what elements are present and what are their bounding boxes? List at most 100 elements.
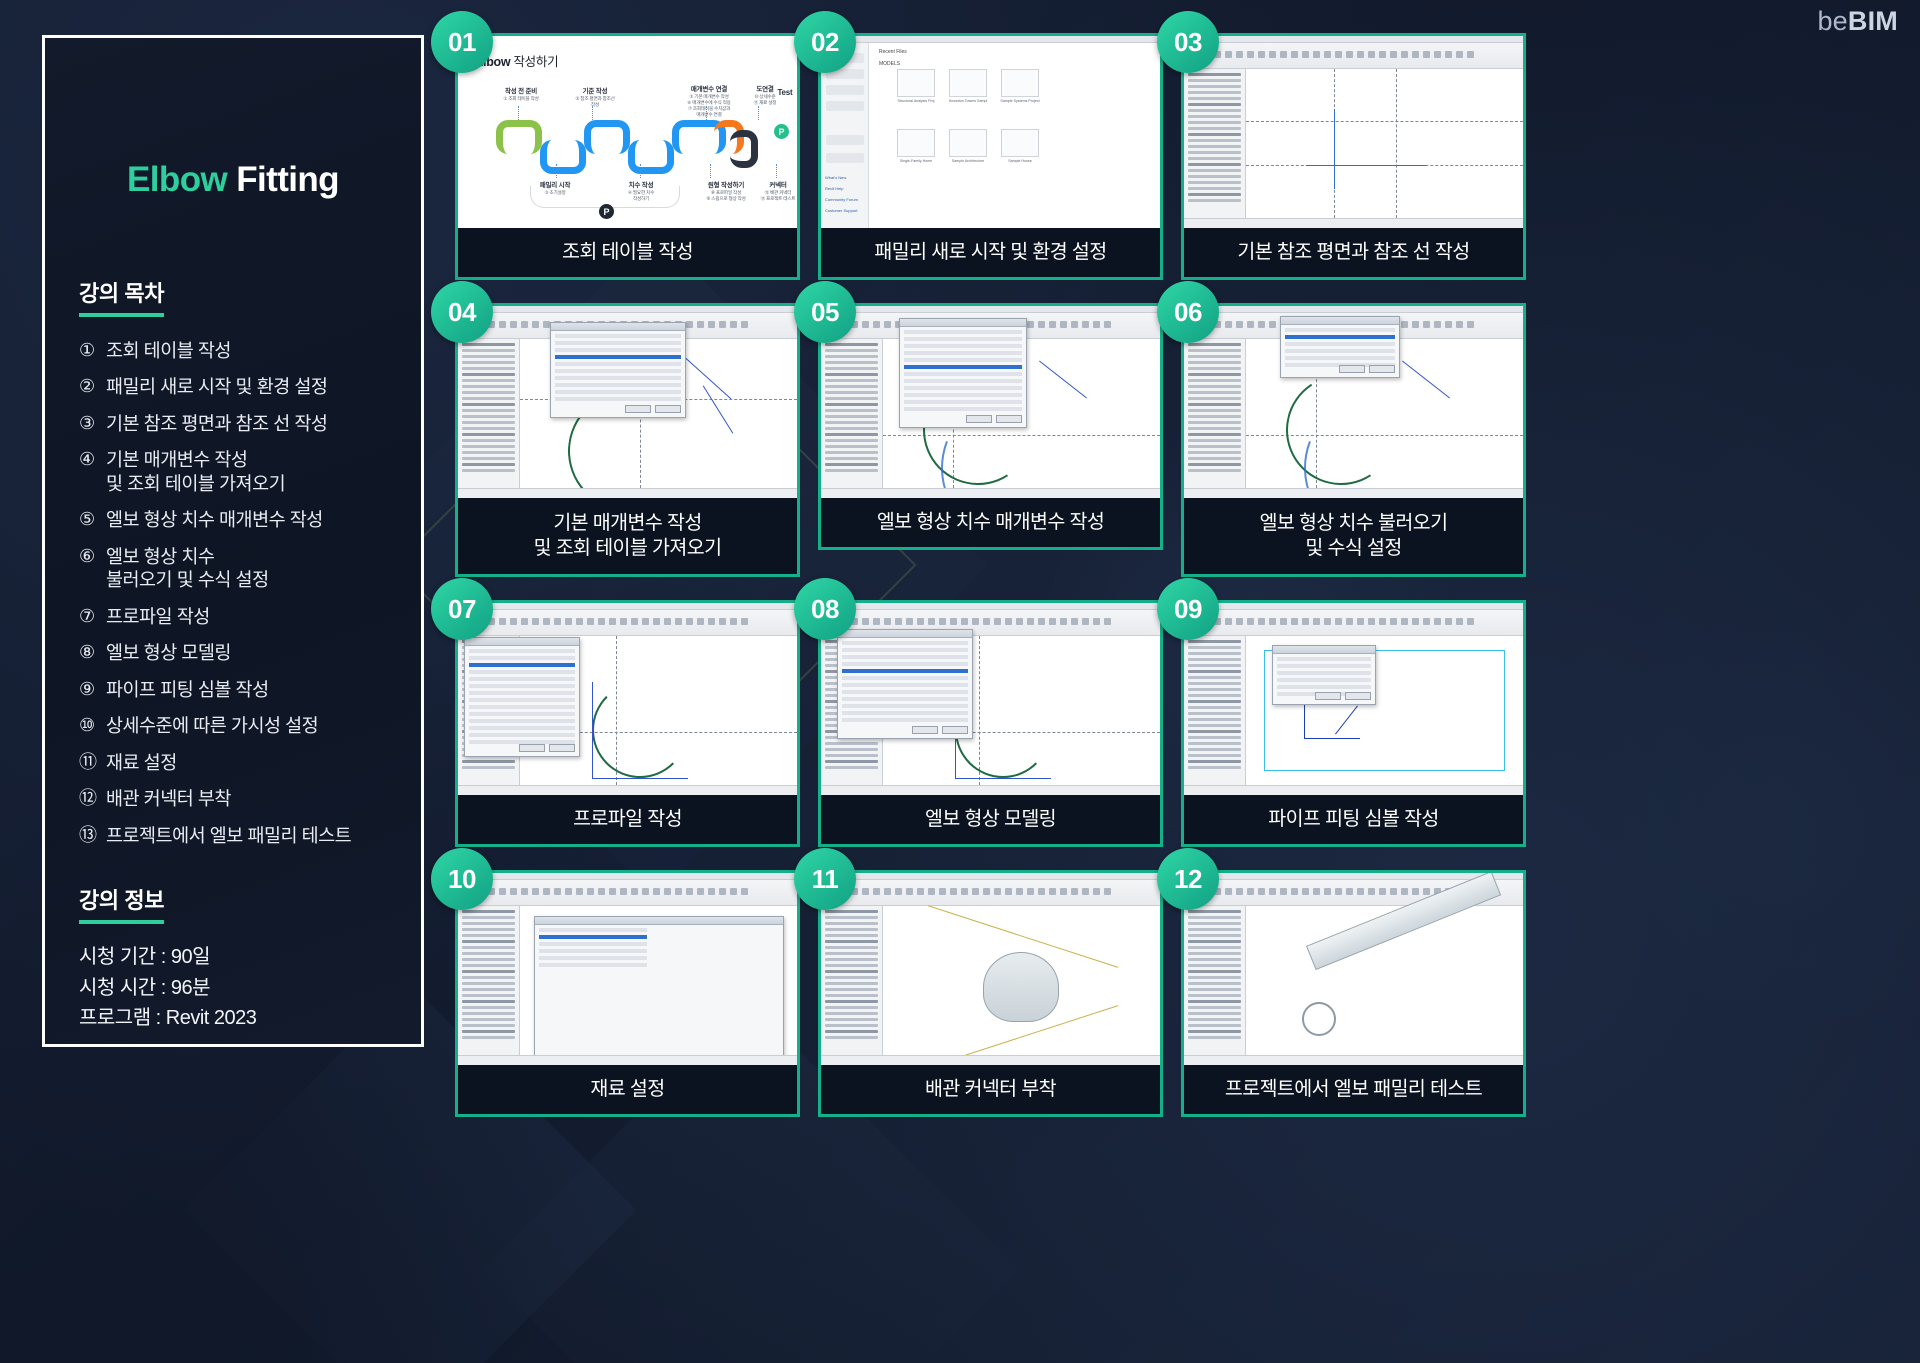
lesson-thumbnail[interactable] <box>1184 36 1523 228</box>
recent-file-link[interactable]: Community Forum <box>825 197 858 202</box>
lesson-thumbnail[interactable] <box>821 873 1160 1065</box>
recent-file-link[interactable]: Customer Support <box>825 208 857 213</box>
lesson-card[interactable]: 02 What's New Revit Help Community Forum Cus… <box>794 11 1163 280</box>
toc-item-number: ⑪ <box>79 751 97 772</box>
lesson-card[interactable]: 09 파이프 피팅 심볼 작성 <box>1157 578 1526 847</box>
properties-palette[interactable] <box>458 339 520 488</box>
recent-file-link[interactable]: Revit Help <box>825 186 843 191</box>
lesson-card[interactable]: 04 기본 매개변수 작성 및 조회 테이블 가져오기 <box>431 281 800 577</box>
lesson-thumbnail[interactable] <box>458 306 797 498</box>
toc-item-line1: 배관 커넥터 부착 <box>106 788 231 810</box>
properties-palette[interactable] <box>458 906 520 1055</box>
lesson-card[interactable]: 03 기본 참조 평면과 참조 선 작성 <box>1157 11 1526 280</box>
lesson-number-badge: 02 <box>794 11 856 73</box>
lesson-thumbnail[interactable]: What's New Revit Help Community Forum Custo… <box>821 36 1160 228</box>
dialog-titlebar <box>900 319 1026 327</box>
drawing-canvas[interactable] <box>883 905 1160 1065</box>
dialog-ok-button[interactable] <box>1315 692 1341 700</box>
recent-file-link[interactable]: What's New <box>825 175 846 180</box>
dialog-cancel-button[interactable] <box>655 405 681 413</box>
properties-palette[interactable] <box>821 339 883 488</box>
flow-bottom-badge: P <box>599 204 614 219</box>
revit-dialog[interactable] <box>550 322 686 418</box>
ribbon-toolbar[interactable] <box>1184 43 1523 69</box>
lesson-number-badge: 04 <box>431 281 493 343</box>
revit-dialog[interactable] <box>899 318 1027 428</box>
revit-dialog[interactable] <box>464 637 580 757</box>
drawing-canvas[interactable] <box>1246 873 1523 1055</box>
material-browser[interactable] <box>534 916 784 1065</box>
lesson-caption: 기본 참조 평면과 참조 선 작성 <box>1184 228 1523 277</box>
properties-palette[interactable] <box>1184 636 1246 785</box>
properties-palette[interactable] <box>1184 906 1246 1055</box>
lesson-card[interactable]: 11 배관 커넥터 부착 <box>794 848 1163 1117</box>
dialog-cancel-button[interactable] <box>549 744 575 752</box>
ribbon-toolbar[interactable] <box>458 880 797 906</box>
ribbon-toolbar[interactable] <box>458 610 797 636</box>
lesson-thumbnail[interactable]: Elbow 작성하기 Test 작성 전 준비 ① 조회 테이블 작성 기준 작성 ② 참… <box>458 36 797 228</box>
ribbon-toolbar[interactable] <box>1184 610 1523 636</box>
window-titlebar <box>821 306 1160 313</box>
lesson-thumbnail[interactable] <box>1184 873 1523 1065</box>
brand-logo: beBIM <box>1817 8 1898 35</box>
lesson-thumbnail[interactable] <box>821 603 1160 795</box>
dialog-cancel-button[interactable] <box>1345 692 1371 700</box>
properties-palette[interactable] <box>821 906 883 1055</box>
lesson-card[interactable]: 12 프로젝트에서 엘보 패밀리 테스트 <box>1157 848 1526 1117</box>
lesson-number-badge: 09 <box>1157 578 1219 640</box>
status-bar <box>1184 1055 1523 1065</box>
recent-file-thumb[interactable] <box>1001 69 1039 97</box>
revit-window <box>821 873 1160 1065</box>
dialog-ok-button[interactable] <box>912 726 938 734</box>
toc-item-line2: 및 조회 테이블 가져오기 <box>106 472 286 494</box>
lesson-thumbnail[interactable] <box>458 603 797 795</box>
revit-dialog[interactable] <box>1280 316 1400 378</box>
lesson-caption-line1: 엘보 형상 모델링 <box>924 807 1057 830</box>
status-bar <box>458 488 797 498</box>
status-bar <box>1184 488 1523 498</box>
flow-end-badge: P <box>774 124 789 139</box>
revit-window <box>458 306 797 498</box>
info-heading: 강의 정보 <box>79 883 164 925</box>
dialog-ok-button[interactable] <box>966 415 992 423</box>
lesson-card-frame: 기본 매개변수 작성 및 조회 테이블 가져오기 <box>455 303 800 577</box>
lesson-card[interactable]: 10 재료 설정 <box>431 848 800 1117</box>
lesson-thumbnail[interactable] <box>821 306 1160 498</box>
dialog-ok-button[interactable] <box>519 744 545 752</box>
dialog-cancel-button[interactable] <box>1369 365 1395 373</box>
properties-palette[interactable] <box>1184 69 1246 218</box>
recent-file-thumb[interactable] <box>897 69 935 97</box>
dialog-cancel-button[interactable] <box>942 726 968 734</box>
page-title: Elbow Fitting <box>79 160 387 200</box>
recent-file-thumb[interactable] <box>897 129 935 157</box>
drawing-canvas[interactable] <box>1246 69 1523 218</box>
lesson-caption: 기본 매개변수 작성 및 조회 테이블 가져오기 <box>458 498 797 574</box>
lesson-card[interactable]: 05 엘보 형상 치수 매개변수 작성 <box>794 281 1163 577</box>
course-info-row: 시청 기간 : 90일 <box>79 946 210 969</box>
lesson-thumbnail[interactable] <box>458 873 797 1065</box>
lesson-card[interactable]: 01 Elbow 작성하기 Test 작성 전 준비 ① 조회 테이블 작성 기준 작성 ②… <box>431 11 800 280</box>
lesson-card[interactable]: 08 엘보 형상 모델링 <box>794 578 1163 847</box>
properties-palette[interactable] <box>1184 339 1246 488</box>
toc-item-line1: 조회 테이블 작성 <box>106 340 231 361</box>
flow-step-label: 도연결 ⑩ 상세수준 ⑪ 재료 설정 <box>740 86 790 106</box>
recent-file-thumb[interactable] <box>1001 129 1039 157</box>
lesson-caption-line1: 파이프 피팅 심볼 작성 <box>1268 807 1439 830</box>
lesson-caption: 엘보 형상 치수 매개변수 작성 <box>821 498 1160 547</box>
recent-file-thumb[interactable] <box>949 69 987 97</box>
lesson-number-badge: 07 <box>431 578 493 640</box>
toc-item-number: ⑨ <box>79 678 95 699</box>
revit-dialog[interactable] <box>837 629 973 739</box>
drawing-canvas[interactable] <box>520 906 797 1065</box>
lesson-thumbnail[interactable] <box>1184 306 1523 498</box>
lesson-card[interactable]: 07 프로파일 작성 <box>431 578 800 847</box>
lesson-thumbnail[interactable] <box>1184 603 1523 795</box>
dialog-cancel-button[interactable] <box>996 415 1022 423</box>
recent-file-thumb[interactable] <box>949 129 987 157</box>
revit-dialog[interactable] <box>1272 645 1376 705</box>
ribbon-toolbar[interactable] <box>821 880 1160 906</box>
dialog-ok-button[interactable] <box>1339 365 1365 373</box>
dialog-ok-button[interactable] <box>625 405 651 413</box>
lesson-caption: 배관 커넥터 부착 <box>821 1065 1160 1114</box>
lesson-card[interactable]: 06 엘보 형상 치수 불러오기 및 수식 설정 <box>1157 281 1526 577</box>
